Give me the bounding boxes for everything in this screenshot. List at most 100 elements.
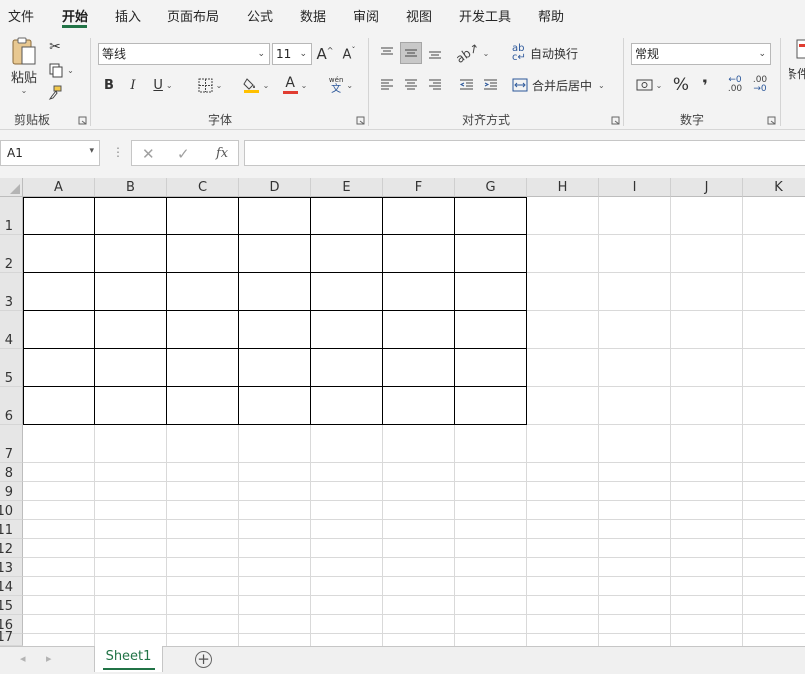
- alignment-launcher-icon[interactable]: [611, 116, 620, 125]
- tab-home[interactable]: 开始: [62, 6, 88, 25]
- grid-cell[interactable]: [23, 235, 95, 273]
- row-header[interactable]: 17: [0, 630, 23, 646]
- align-top-button[interactable]: [377, 42, 397, 64]
- grid-cell[interactable]: [311, 577, 383, 596]
- grid-cell[interactable]: [599, 520, 671, 539]
- grid-cell[interactable]: [23, 634, 95, 646]
- grid-cell[interactable]: [167, 197, 239, 235]
- decrease-indent-button[interactable]: [456, 74, 476, 96]
- insert-function-icon[interactable]: fx: [216, 146, 228, 161]
- column-header[interactable]: F: [383, 178, 455, 197]
- grid-cell[interactable]: [167, 615, 239, 634]
- cell-grid[interactable]: [23, 197, 805, 646]
- grid-cell[interactable]: [455, 273, 527, 311]
- grid-cell[interactable]: [743, 634, 805, 646]
- grid-cell[interactable]: [311, 311, 383, 349]
- grid-cell[interactable]: [23, 558, 95, 577]
- grid-cell[interactable]: [239, 235, 311, 273]
- column-header[interactable]: K: [743, 178, 805, 197]
- grid-cell[interactable]: [527, 425, 599, 463]
- grid-cell[interactable]: [23, 387, 95, 425]
- copy-button[interactable]: ⌄: [44, 61, 78, 79]
- grid-cell[interactable]: [383, 311, 455, 349]
- grid-cell[interactable]: [743, 539, 805, 558]
- grid-cell[interactable]: [455, 197, 527, 235]
- grid-cell[interactable]: [239, 349, 311, 387]
- grid-cell[interactable]: [671, 577, 743, 596]
- enter-check-icon[interactable]: ✓: [177, 145, 190, 163]
- comma-style-button[interactable]: ❜: [696, 75, 714, 95]
- tab-help[interactable]: 帮助: [538, 6, 564, 25]
- tab-file[interactable]: 文件: [8, 6, 34, 25]
- grid-cell[interactable]: [599, 197, 671, 235]
- grid-cell[interactable]: [671, 596, 743, 615]
- grid-cell[interactable]: [599, 463, 671, 482]
- grid-cell[interactable]: [671, 311, 743, 349]
- grid-cell[interactable]: [383, 501, 455, 520]
- grid-cell[interactable]: [167, 311, 239, 349]
- grid-cell[interactable]: [383, 463, 455, 482]
- grid-cell[interactable]: [239, 558, 311, 577]
- grid-cell[interactable]: [95, 482, 167, 501]
- grid-cell[interactable]: [455, 482, 527, 501]
- grid-cell[interactable]: [239, 520, 311, 539]
- shrink-font-button[interactable]: Aˇ: [340, 43, 358, 65]
- grid-cell[interactable]: [95, 235, 167, 273]
- grid-cell[interactable]: [743, 482, 805, 501]
- grid-cell[interactable]: [455, 235, 527, 273]
- grid-cell[interactable]: [23, 501, 95, 520]
- grid-cell[interactable]: [23, 425, 95, 463]
- grid-cell[interactable]: [383, 520, 455, 539]
- grid-cell[interactable]: [23, 273, 95, 311]
- column-header[interactable]: D: [239, 178, 311, 197]
- grid-cell[interactable]: [23, 577, 95, 596]
- grid-cell[interactable]: [455, 501, 527, 520]
- grid-cell[interactable]: [383, 539, 455, 558]
- grid-cell[interactable]: [239, 482, 311, 501]
- accounting-format-button[interactable]: ⌄: [632, 75, 666, 95]
- grid-cell[interactable]: [95, 577, 167, 596]
- grid-cell[interactable]: [743, 596, 805, 615]
- grid-cell[interactable]: [383, 349, 455, 387]
- row-header[interactable]: 14: [0, 577, 23, 596]
- column-header[interactable]: J: [671, 178, 743, 197]
- grid-cell[interactable]: [311, 615, 383, 634]
- number-launcher-icon[interactable]: [767, 116, 776, 125]
- sheet-tab[interactable]: Sheet1: [94, 646, 163, 672]
- grid-cell[interactable]: [599, 349, 671, 387]
- grid-cell[interactable]: [743, 311, 805, 349]
- grid-cell[interactable]: [239, 425, 311, 463]
- grid-cell[interactable]: [167, 482, 239, 501]
- grid-cell[interactable]: [671, 501, 743, 520]
- tab-page-layout[interactable]: 页面布局: [167, 6, 219, 25]
- grid-cell[interactable]: [455, 520, 527, 539]
- orientation-button[interactable]: ab↗ ⌄: [453, 40, 489, 66]
- grid-cell[interactable]: [383, 615, 455, 634]
- grid-cell[interactable]: [527, 349, 599, 387]
- grid-cell[interactable]: [239, 273, 311, 311]
- grid-cell[interactable]: [239, 197, 311, 235]
- row-header[interactable]: 8: [0, 463, 23, 482]
- grid-cell[interactable]: [167, 596, 239, 615]
- grid-cell[interactable]: [743, 577, 805, 596]
- font-size-select[interactable]: 11 ⌄: [272, 43, 312, 65]
- grid-cell[interactable]: [95, 634, 167, 646]
- more-options-icon[interactable]: ⋮: [112, 145, 124, 159]
- grid-cell[interactable]: [167, 634, 239, 646]
- grid-cell[interactable]: [671, 539, 743, 558]
- number-format-select[interactable]: 常规 ⌄: [631, 43, 771, 65]
- grid-cell[interactable]: [311, 235, 383, 273]
- column-header[interactable]: G: [455, 178, 527, 197]
- grid-cell[interactable]: [95, 596, 167, 615]
- grid-cell[interactable]: [599, 273, 671, 311]
- grid-cell[interactable]: [671, 634, 743, 646]
- cancel-icon[interactable]: ✕: [142, 145, 155, 163]
- grid-cell[interactable]: [311, 596, 383, 615]
- grid-cell[interactable]: [455, 311, 527, 349]
- row-header[interactable]: 2: [0, 235, 23, 273]
- grid-cell[interactable]: [671, 273, 743, 311]
- grid-cell[interactable]: [527, 615, 599, 634]
- grid-cell[interactable]: [95, 501, 167, 520]
- grow-font-button[interactable]: A^: [316, 43, 334, 65]
- grid-cell[interactable]: [167, 501, 239, 520]
